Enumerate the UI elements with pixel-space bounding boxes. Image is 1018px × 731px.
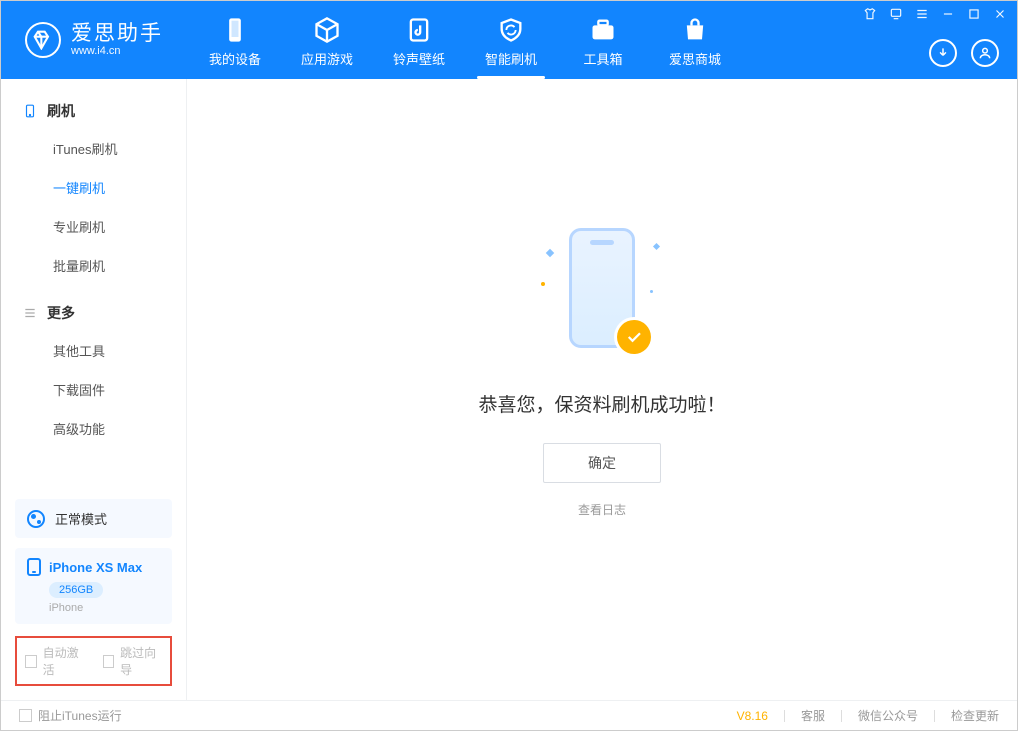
nav-ringtones[interactable]: 铃声壁纸: [373, 1, 465, 79]
bag-icon: [681, 13, 709, 47]
checkbox-label: 阻止iTunes运行: [38, 707, 122, 724]
app-title: 爱思助手: [71, 23, 163, 44]
header-round-buttons: [929, 39, 999, 67]
close-icon[interactable]: [993, 7, 1007, 21]
window-controls: [863, 7, 1007, 21]
phone-icon: [27, 558, 41, 576]
checkbox-icon: [25, 655, 37, 668]
sidebar-section-more: 更多: [1, 295, 186, 331]
nav-label: 工具箱: [583, 49, 622, 68]
app-domain: www.i4.cn: [71, 46, 163, 57]
phone-icon: [23, 102, 37, 120]
logo-icon: [25, 22, 61, 58]
nav-label: 爱思商城: [669, 49, 721, 68]
feedback-icon[interactable]: [889, 7, 903, 21]
nav-store[interactable]: 爱思商城: [649, 1, 741, 79]
menu-icon[interactable]: [915, 7, 929, 21]
app-header: 爱思助手 www.i4.cn 我的设备 应用游戏 铃声壁纸 智能刷机 工具箱 爱…: [1, 1, 1017, 79]
cube-icon: [313, 13, 341, 47]
nav-smart-flash[interactable]: 智能刷机: [465, 1, 557, 79]
maximize-icon[interactable]: [967, 7, 981, 21]
list-icon: [23, 306, 37, 320]
device-icon: [221, 13, 249, 47]
device-storage-badge: 256GB: [49, 582, 103, 598]
sidebar-item-itunes[interactable]: iTunes刷机: [1, 129, 186, 168]
sidebar-item-othertools[interactable]: 其他工具: [1, 331, 186, 370]
sidebar-section-label: 刷机: [47, 101, 75, 121]
checkmark-icon: [617, 320, 651, 354]
minimize-icon[interactable]: [941, 7, 955, 21]
download-button[interactable]: [929, 39, 957, 67]
divider: [841, 710, 842, 722]
divider: [784, 710, 785, 722]
checkbox-label: 跳过向导: [120, 644, 162, 678]
refresh-shield-icon: [497, 13, 525, 47]
music-file-icon: [405, 13, 433, 47]
device-card[interactable]: iPhone XS Max 256GB iPhone: [15, 548, 172, 624]
sidebar-item-advanced[interactable]: 高级功能: [1, 409, 186, 448]
sidebar: 刷机 iTunes刷机 一键刷机 专业刷机 批量刷机 更多 其他工具 下载固件 …: [1, 79, 187, 700]
footer-link-service[interactable]: 客服: [801, 707, 825, 724]
footer-link-wechat[interactable]: 微信公众号: [858, 707, 918, 724]
top-nav: 我的设备 应用游戏 铃声壁纸 智能刷机 工具箱 爱思商城: [189, 1, 741, 79]
checkbox-label: 自动激活: [43, 644, 85, 678]
device-type: iPhone: [49, 602, 160, 614]
ok-button[interactable]: 确定: [543, 443, 661, 483]
divider: [934, 710, 935, 722]
mode-icon: [27, 510, 45, 528]
checkbox-icon: [19, 709, 32, 722]
user-button[interactable]: [971, 39, 999, 67]
success-illustration: [557, 222, 647, 362]
sidebar-item-pro[interactable]: 专业刷机: [1, 207, 186, 246]
sidebar-item-batch[interactable]: 批量刷机: [1, 246, 186, 285]
nav-label: 智能刷机: [485, 49, 537, 68]
shirt-icon[interactable]: [863, 7, 877, 21]
mode-card[interactable]: 正常模式: [15, 499, 172, 538]
version-label: V8.16: [737, 709, 768, 723]
view-log-link[interactable]: 查看日志: [578, 501, 626, 518]
checkbox-skip-guide[interactable]: 跳过向导: [103, 644, 163, 678]
checkbox-auto-activate[interactable]: 自动激活: [25, 644, 85, 678]
nav-toolbox[interactable]: 工具箱: [557, 1, 649, 79]
nav-apps-games[interactable]: 应用游戏: [281, 1, 373, 79]
checkbox-icon: [103, 655, 115, 668]
nav-label: 我的设备: [209, 49, 261, 68]
sidebar-section-flash: 刷机: [1, 93, 186, 129]
footer-link-update[interactable]: 检查更新: [951, 707, 999, 724]
sidebar-section-label: 更多: [47, 303, 75, 323]
checkbox-block-itunes[interactable]: 阻止iTunes运行: [19, 707, 122, 724]
toolbox-icon: [589, 13, 617, 47]
logo: 爱思助手 www.i4.cn: [1, 22, 181, 58]
options-highlight-box: 自动激活 跳过向导: [15, 636, 172, 686]
device-name: iPhone XS Max: [49, 560, 142, 575]
nav-label: 铃声壁纸: [393, 49, 445, 68]
success-message: 恭喜您，保资料刷机成功啦！: [478, 390, 725, 417]
sidebar-item-firmware[interactable]: 下载固件: [1, 370, 186, 409]
nav-label: 应用游戏: [301, 49, 353, 68]
sidebar-item-oneclick[interactable]: 一键刷机: [1, 168, 186, 207]
nav-my-device[interactable]: 我的设备: [189, 1, 281, 79]
main-content: 恭喜您，保资料刷机成功啦！ 确定 查看日志: [187, 79, 1017, 700]
footer: 阻止iTunes运行 V8.16 客服 微信公众号 检查更新: [1, 700, 1017, 730]
mode-label: 正常模式: [55, 509, 107, 528]
